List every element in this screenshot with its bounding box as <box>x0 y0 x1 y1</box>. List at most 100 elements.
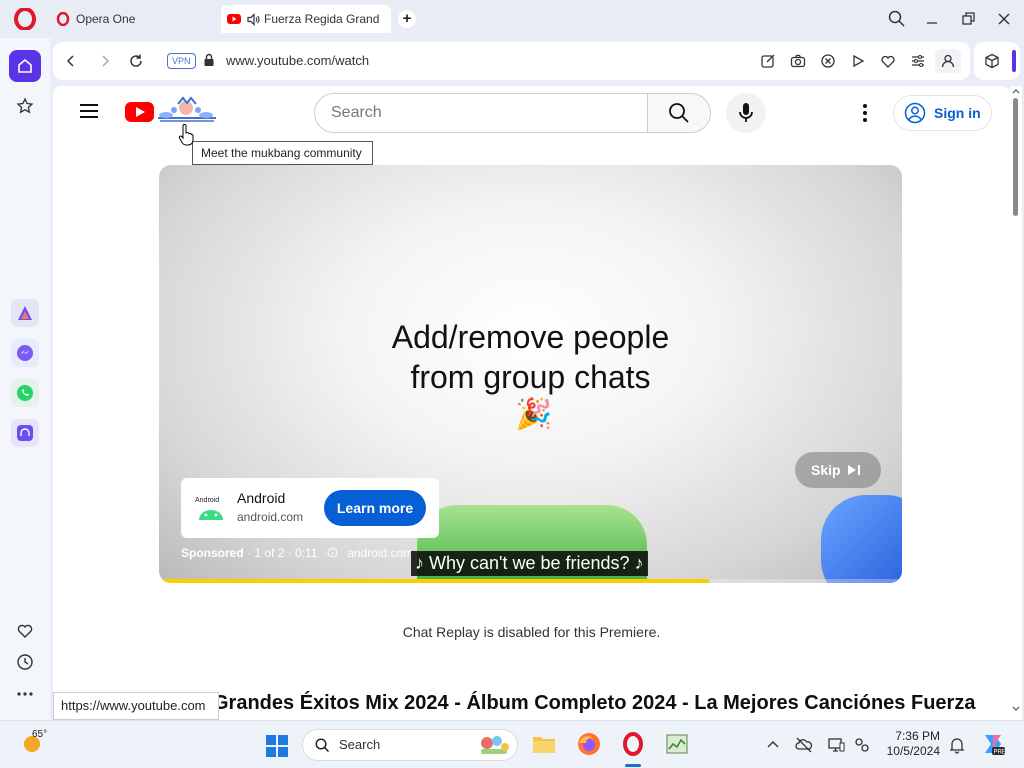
search-highlight-icon <box>481 736 509 754</box>
history-clock-icon[interactable] <box>15 652 35 672</box>
display-icon[interactable] <box>827 736 845 754</box>
ad-position: · 1 of 2 · 0:11 <box>247 546 318 560</box>
taskbar-search-input[interactable]: Search <box>302 729 518 761</box>
player-icon[interactable] <box>850 53 866 69</box>
heart-bookmark-icon[interactable] <box>880 53 896 69</box>
account-icon <box>904 102 926 124</box>
profile-icon <box>941 54 955 68</box>
sign-in-label: Sign in <box>934 105 981 121</box>
youtube-logo[interactable] <box>125 102 154 122</box>
camera-icon[interactable] <box>790 53 806 69</box>
heart-icon[interactable] <box>15 620 35 640</box>
search-button[interactable] <box>647 93 711 133</box>
network-settings-icon[interactable] <box>853 736 871 754</box>
bookmarks-button[interactable] <box>9 90 41 122</box>
sponsored-label: Sponsored <box>181 546 244 560</box>
reload-icon[interactable] <box>128 53 144 69</box>
scroll-down-icon[interactable] <box>1012 706 1020 712</box>
clock-date: 10/5/2024 <box>886 744 940 758</box>
file-explorer-icon[interactable] <box>531 731 557 757</box>
video-title: Grandes Éxitos Mix 2024 - Álbum Completo… <box>213 692 976 714</box>
opera-active-indicator <box>625 764 641 767</box>
tab-opera-one[interactable]: Opera One <box>56 6 216 32</box>
learn-more-button[interactable]: Learn more <box>324 490 426 526</box>
sign-in-button[interactable]: Sign in <box>893 95 992 131</box>
opera-tab-icon <box>56 12 70 26</box>
taskbar-search-placeholder: Search <box>339 737 381 752</box>
firefox-icon[interactable] <box>576 731 602 757</box>
opera-logo-icon[interactable] <box>14 8 36 30</box>
party-popper-emoji: 🎉 <box>515 398 553 431</box>
extensions-cube-icon[interactable] <box>984 53 1000 69</box>
forward-icon[interactable] <box>97 53 113 69</box>
tab-label: Fuerza Regida Grande <box>264 12 380 26</box>
whatsapp-app-button[interactable] <box>11 379 39 407</box>
messenger-app-button[interactable] <box>11 339 39 367</box>
star-icon <box>16 97 34 114</box>
copilot-pre-icon[interactable]: PRE <box>980 731 1006 757</box>
blue-figure-graphic <box>821 495 902 583</box>
info-icon[interactable] <box>327 547 338 558</box>
taskbar-clock[interactable]: 7:36 PM 10/5/2024 <box>880 729 940 759</box>
ad-domain[interactable]: android.com <box>347 546 413 560</box>
ad-blocker-icon[interactable] <box>820 53 836 69</box>
youtube-doodle-mukbang-icon[interactable] <box>156 96 218 124</box>
ad-card[interactable]: Android Android android.com Learn more <box>181 478 439 538</box>
back-icon[interactable] <box>63 53 79 69</box>
sidebar-indicator <box>1012 50 1016 72</box>
scroll-up-icon[interactable] <box>1012 88 1020 94</box>
youtube-page: Search Sign in Add/remove people from gr… <box>53 86 1010 720</box>
skip-next-icon <box>848 465 860 475</box>
tab-label: Opera One <box>76 12 136 26</box>
minimize-icon[interactable] <box>922 9 942 29</box>
vpn-badge[interactable]: VPN <box>167 53 196 69</box>
ad-headline: Add/remove people from group chats <box>159 317 902 397</box>
settings-kebab-icon[interactable] <box>859 103 871 123</box>
ad-headline-line-2: from group chats <box>410 359 651 395</box>
more-options-icon[interactable] <box>15 684 35 704</box>
close-icon[interactable] <box>994 9 1014 29</box>
extensions-area <box>974 42 1020 80</box>
search-input[interactable]: Search <box>314 93 648 133</box>
show-hidden-icons-chevron-icon[interactable] <box>764 736 782 754</box>
chat-replay-note: Chat Replay is disabled for this Premier… <box>402 624 661 640</box>
taskbar-search-icon <box>315 738 330 753</box>
speaker-icon[interactable] <box>247 12 260 26</box>
new-tab-button[interactable]: + <box>398 10 416 28</box>
menu-hamburger-icon[interactable] <box>80 104 98 118</box>
ad-progress-fill <box>159 579 709 583</box>
lock-icon[interactable] <box>203 53 215 67</box>
opera-sidebar <box>0 38 50 720</box>
advertiser-domain: android.com <box>237 510 304 524</box>
scrollbar-thumb[interactable] <box>1013 98 1018 216</box>
svg-text:PRE: PRE <box>994 750 1006 756</box>
aria-app-button[interactable] <box>11 299 39 327</box>
video-player[interactable]: Add/remove people from group chats 🎉 Ski… <box>159 165 902 583</box>
advertiser-name: Android <box>237 490 286 506</box>
tab-youtube[interactable]: Fuerza Regida Grande <box>221 5 391 33</box>
edit-share-icon[interactable] <box>760 53 776 69</box>
opera-taskbar-icon[interactable] <box>620 731 646 757</box>
easy-setup-icon[interactable] <box>910 53 926 69</box>
onedrive-offline-icon[interactable] <box>795 736 813 754</box>
profile-button[interactable] <box>935 49 961 73</box>
tab-strip: Opera One Fuerza Regida Grande + <box>0 0 1024 38</box>
windows-start-icon[interactable] <box>265 734 289 758</box>
video-caption: ♪ Why can't we be friends? ♪ <box>411 551 648 576</box>
skip-ad-button[interactable]: Skip <box>795 452 881 488</box>
ad-progress-bar[interactable] <box>159 579 902 583</box>
home-button[interactable] <box>9 50 41 82</box>
ad-info: Sponsored · 1 of 2 · 0:11 android.com <box>181 546 413 560</box>
temperature: 65° <box>32 729 48 740</box>
task-manager-icon[interactable] <box>664 731 690 757</box>
notifications-bell-icon[interactable] <box>948 736 966 754</box>
voice-search-button[interactable] <box>726 93 766 133</box>
url-field[interactable]: www.youtube.com/watch <box>226 53 369 68</box>
search-tabs-icon[interactable] <box>887 9 907 29</box>
aria-icon <box>18 306 32 320</box>
messenger-icon <box>17 345 33 361</box>
microphone-icon <box>739 103 753 122</box>
youtube-tab-icon <box>227 14 241 24</box>
music-player-button[interactable] <box>11 419 39 447</box>
restore-icon[interactable] <box>958 9 978 29</box>
